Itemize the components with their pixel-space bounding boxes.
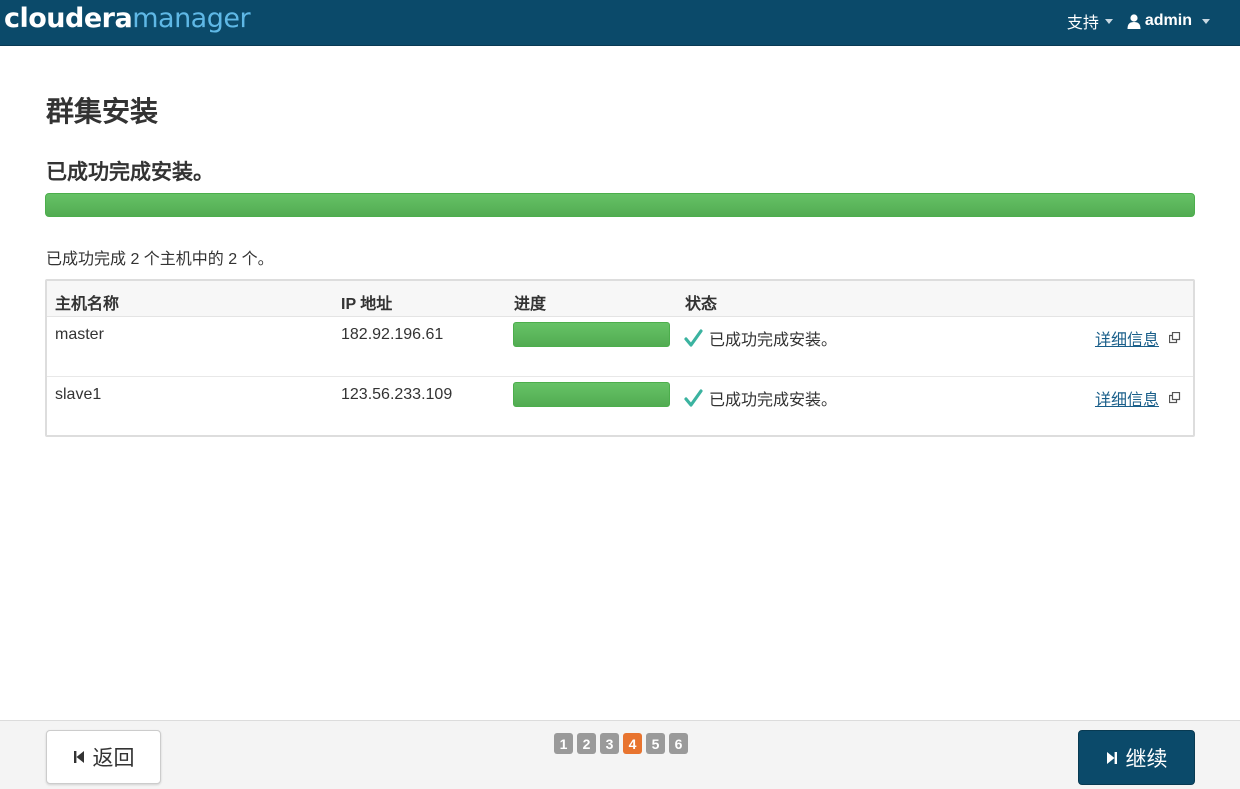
wizard-steps: 1 2 3 4 5 6 [554,733,688,754]
continue-button-label: 继续 [1125,747,1168,771]
back-button[interactable]: 返回 [46,730,161,784]
column-header-status[interactable]: 状态 [685,290,717,314]
host-name: master [55,326,104,343]
column-header-progress[interactable]: 进度 [514,290,546,314]
chevron-down-icon [1202,18,1210,24]
step-6[interactable]: 6 [669,733,688,754]
continue-button[interactable]: 继续 [1078,730,1195,785]
chevron-down-icon [1104,18,1113,24]
details-link-wrap: 详细信息 [1095,326,1181,350]
step-5[interactable]: 5 [646,733,665,754]
step-4[interactable]: 4 [623,733,642,754]
back-button-label: 返回 [92,747,135,770]
step-1[interactable]: 1 [554,733,573,754]
column-header-host[interactable]: 主机名称 [55,290,119,314]
step-2[interactable]: 2 [577,733,596,754]
host-progress-bar [513,382,670,407]
table-row: master 182.92.196.61 已成功完成安装。 详细信息 [47,317,1193,377]
user-icon [1127,13,1141,29]
check-icon [684,328,703,347]
user-menu[interactable]: admin [1127,12,1210,30]
brand-logo[interactable]: clouderamanager [4,2,251,36]
support-menu-label: 支持 [1066,15,1099,32]
host-status-text: 已成功完成安装。 [709,332,838,349]
details-link-wrap: 详细信息 [1095,386,1181,410]
host-name: slave1 [55,386,102,403]
host-progress-bar [513,322,670,347]
table-header: 主机名称 IP 地址 进度 状态 [47,281,1193,317]
skip-forward-icon [1106,751,1117,764]
status-heading: 已成功完成安装。 [46,161,214,184]
step-3[interactable]: 3 [600,733,619,754]
host-ip: 123.56.233.109 [341,386,453,403]
host-ip: 182.92.196.61 [341,326,444,343]
column-header-ip[interactable]: IP 地址 [341,290,392,314]
skip-back-icon [73,751,84,763]
check-icon [684,388,703,407]
brand-logo-cloudera: cloudera [4,3,133,34]
page-title: 群集安装 [46,96,159,127]
details-link[interactable]: 详细信息 [1095,386,1159,410]
wizard-footer: 返回 1 2 3 4 5 6 继续 [0,720,1240,789]
user-menu-label: admin [1144,12,1192,29]
top-navbar: clouderamanager 支持 admin [0,0,1240,46]
support-menu[interactable]: 支持 [1067,9,1113,33]
brand-logo-manager: manager [132,3,251,34]
hosts-table: 主机名称 IP 地址 进度 状态 master 182.92.196.61 已成… [45,279,1195,437]
table-row: slave1 123.56.233.109 已成功完成安装。 详细信息 [47,377,1193,437]
host-status: 已成功完成安装。 [684,386,837,410]
external-link-icon[interactable] [1169,392,1181,404]
summary-text: 已成功完成 2 个主机中的 2 个。 [46,251,274,268]
details-link[interactable]: 详细信息 [1095,326,1159,350]
host-status: 已成功完成安装。 [684,326,837,350]
external-link-icon[interactable] [1169,332,1181,344]
overall-progress-bar [45,193,1195,217]
nav-right: 支持 admin [1067,0,1210,42]
host-status-text: 已成功完成安装。 [709,392,838,409]
